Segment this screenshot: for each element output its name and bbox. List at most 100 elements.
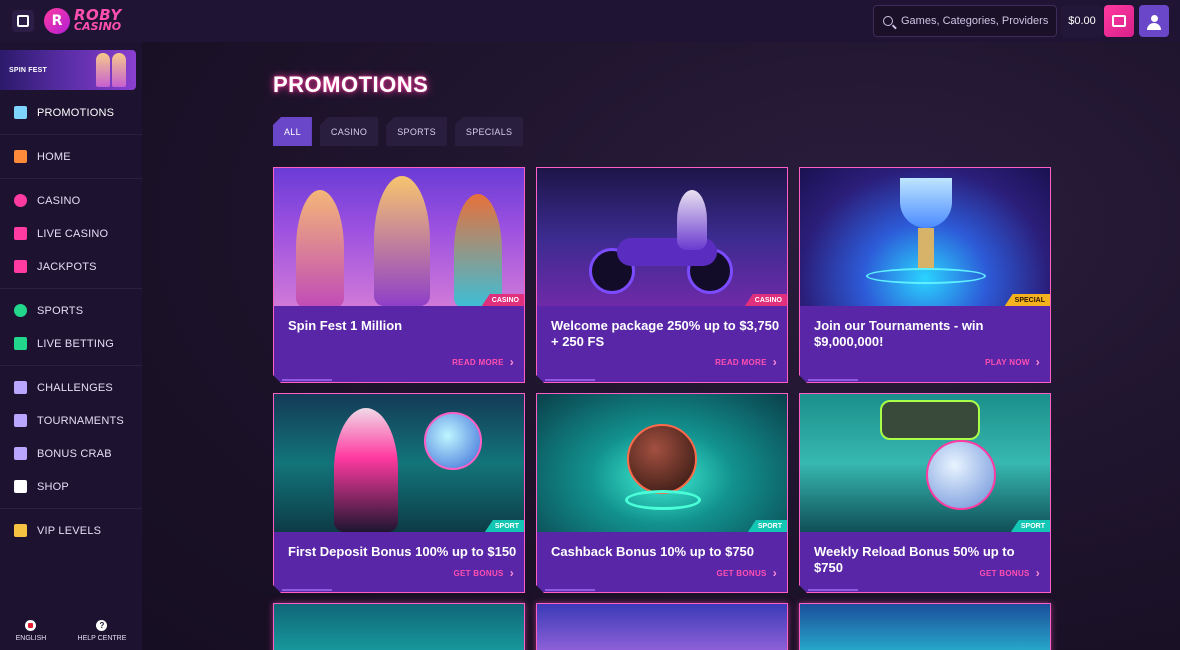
sidebar-item-label: JACKPOTS [37, 260, 97, 273]
ticket-icon [14, 337, 27, 350]
filter-tab-specials[interactable]: SPECIALS [454, 117, 524, 146]
promo-card[interactable]: SPORT First Deposit Bonus 100% up to $15… [273, 393, 525, 593]
promo-card-image [537, 168, 787, 306]
search-icon [883, 16, 893, 26]
promo-card[interactable]: CASINO Spin Fest 1 Million READ MORE [273, 167, 525, 383]
promo-card-title: Welcome package 250% up to $3,750 + 250 … [551, 318, 780, 349]
filter-tab-sports[interactable]: SPORTS [386, 117, 447, 146]
category-badge: SPECIAL [1005, 294, 1050, 306]
microphone-icon [14, 227, 27, 240]
seven-icon [14, 260, 27, 273]
promo-card[interactable] [273, 603, 525, 650]
filter-tab-casino[interactable]: CASINO [319, 117, 379, 146]
language-selector[interactable]: ENGLISH [15, 620, 47, 642]
wallet-icon [1112, 15, 1126, 27]
page-title: PROMOTIONS [273, 72, 429, 97]
logo[interactable]: R ROBY CASINO [44, 8, 122, 34]
sidebar-item-label: LIVE CASINO [37, 227, 109, 240]
promo-card[interactable]: SPORT Weekly Reload Bonus 50% up to $750… [799, 393, 1051, 593]
promotion-filters: ALL CASINO SPORTS SPECIALS [273, 117, 524, 146]
sidebar-divider [0, 178, 142, 179]
logo-text-line2: CASINO [74, 20, 122, 33]
canada-flag-icon [25, 620, 37, 631]
sidebar: SPIN FEST PROMOTIONS HOME CASINO LIVE CASIN… [0, 42, 142, 650]
sidebar-item-label: BONUS CRAB [37, 447, 112, 460]
read-more-link[interactable]: READ MORE [715, 355, 777, 369]
sidebar-item-challenges[interactable]: CHALLENGES [0, 371, 142, 404]
crown-icon [14, 524, 27, 537]
gift-icon [14, 106, 27, 119]
sidebar-divider [0, 365, 142, 366]
promo-card-image [537, 394, 787, 532]
promo-card[interactable]: SPORT Cashback Bonus 10% up to $750 GET … [536, 393, 788, 593]
sidebar-item-label: HOME [37, 150, 71, 163]
menu-icon [17, 15, 29, 27]
sidebar-item-live-casino[interactable]: LIVE CASINO [0, 217, 142, 250]
search-input[interactable] [901, 15, 1051, 27]
promo-card[interactable] [799, 603, 1051, 650]
sidebar-item-label: VIP LEVELS [37, 524, 102, 537]
sidebar-toggle-button[interactable] [12, 10, 34, 32]
promo-card-title: Join our Tournaments - win $9,000,000! [814, 318, 984, 349]
user-icon [1150, 15, 1158, 22]
casino-chip-icon [14, 194, 27, 207]
banner-label: SPIN FEST [9, 66, 47, 74]
sidebar-item-label: SHOP [37, 480, 69, 493]
sidebar-item-jackpots[interactable]: JACKPOTS [0, 250, 142, 283]
help-icon: ? [96, 620, 108, 631]
promo-card-image [800, 168, 1050, 306]
sidebar-item-label: CASINO [37, 194, 81, 207]
promo-card-image [274, 394, 524, 532]
promo-card[interactable] [536, 603, 788, 650]
get-bonus-link[interactable]: GET BONUS [979, 566, 1040, 580]
claw-icon [14, 447, 27, 460]
sidebar-divider [0, 508, 142, 509]
sidebar-item-tournaments[interactable]: TOURNAMENTS [0, 404, 142, 437]
sidebar-item-vip-levels[interactable]: VIP LEVELS [0, 514, 142, 547]
sidebar-divider [0, 134, 142, 135]
wallet-button[interactable] [1104, 5, 1134, 37]
cart-icon [14, 480, 27, 493]
sidebar-item-live-betting[interactable]: LIVE BETTING [0, 327, 142, 360]
top-bar: R ROBY CASINO $0.00 [0, 0, 1180, 42]
language-label: ENGLISH [15, 635, 47, 642]
promo-card-title: Spin Fest 1 Million [288, 318, 403, 333]
sidebar-divider [0, 288, 142, 289]
sidebar-item-bonus-crab[interactable]: BONUS CRAB [0, 437, 142, 470]
promo-card-image [537, 604, 787, 650]
spin-fest-banner[interactable]: SPIN FEST [0, 50, 136, 90]
banner-characters-image [96, 53, 126, 87]
sidebar-item-sports[interactable]: SPORTS [0, 294, 142, 327]
promo-card-image [274, 168, 524, 306]
get-bonus-link[interactable]: GET BONUS [716, 566, 777, 580]
help-centre-link[interactable]: ? HELP CENTRE [77, 620, 127, 642]
profile-button[interactable] [1139, 5, 1169, 37]
sidebar-item-label: SPORTS [37, 304, 84, 317]
filter-tab-all[interactable]: ALL [273, 117, 312, 146]
sidebar-item-home[interactable]: HOME [0, 140, 142, 173]
trophy-icon [14, 414, 27, 427]
logo-mark-icon: R [44, 8, 70, 34]
sidebar-item-label: CHALLENGES [37, 381, 113, 394]
sidebar-item-label: PROMOTIONS [37, 106, 115, 119]
promo-card-title: Cashback Bonus 10% up to $750 [551, 544, 755, 559]
promo-card-image [274, 604, 524, 650]
soccer-ball-icon [14, 304, 27, 317]
get-bonus-link[interactable]: GET BONUS [453, 566, 514, 580]
medal-icon [14, 381, 27, 394]
sidebar-item-label: LIVE BETTING [37, 337, 114, 350]
sidebar-item-casino[interactable]: CASINO [0, 184, 142, 217]
home-icon [14, 150, 27, 163]
promo-card[interactable]: CASINO Welcome package 250% up to $3,750… [536, 167, 788, 383]
help-label: HELP CENTRE [77, 635, 127, 642]
read-more-link[interactable]: READ MORE [452, 355, 514, 369]
main-content: PROMOTIONS ALL CASINO SPORTS SPECIALS CA… [142, 42, 1180, 650]
balance-display[interactable]: $0.00 [1061, 5, 1103, 37]
promo-card[interactable]: SPECIAL Join our Tournaments - win $9,00… [799, 167, 1051, 383]
sidebar-item-shop[interactable]: SHOP [0, 470, 142, 503]
play-now-link[interactable]: PLAY NOW [985, 355, 1040, 369]
promo-card-image [800, 394, 1050, 532]
sidebar-item-label: TOURNAMENTS [37, 414, 124, 427]
sidebar-item-promotions[interactable]: PROMOTIONS [0, 96, 142, 129]
search-box[interactable] [873, 5, 1057, 37]
